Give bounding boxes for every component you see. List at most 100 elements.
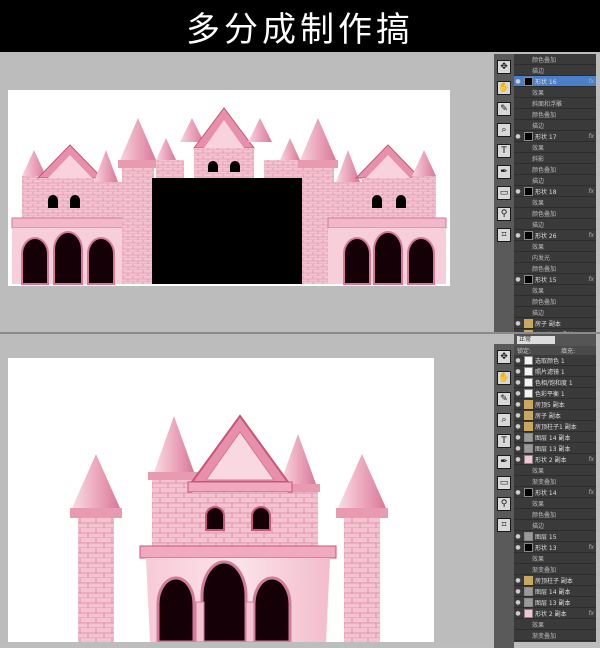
top-canvas[interactable]	[8, 90, 450, 286]
move-tool-icon[interactable]: ✥	[497, 350, 511, 364]
layer-row[interactable]: ● 形状 16 fx	[514, 76, 596, 87]
layer-effect-row[interactable]: 颜色叠加	[514, 109, 596, 120]
visibility-eye-icon[interactable]: ●	[514, 78, 522, 85]
layer-effect-row[interactable]: 颜色叠加	[514, 164, 596, 175]
layer-row[interactable]: ● 形状 15 fx	[514, 274, 596, 285]
layer-effect-row[interactable]: 描边	[514, 65, 596, 76]
layer-effect-row[interactable]: 渐变叠加	[514, 630, 596, 641]
brush-tool-icon[interactable]: ✎	[497, 102, 511, 116]
visibility-eye-icon[interactable]: ●	[514, 456, 522, 463]
type-tool-icon[interactable]: T	[497, 144, 511, 158]
layer-name: 房子 副本	[535, 412, 561, 420]
type-tool-icon[interactable]: T	[497, 434, 511, 448]
layer-effect-row[interactable]: 斜影	[514, 153, 596, 164]
visibility-eye-icon[interactable]: ●	[514, 445, 522, 452]
visibility-eye-icon[interactable]: ●	[514, 610, 522, 617]
visibility-eye-icon[interactable]: ●	[514, 368, 522, 375]
visibility-eye-icon[interactable]: ●	[514, 423, 522, 430]
layer-row[interactable]: ● 色彩平衡 1	[514, 388, 596, 399]
layer-row[interactable]: ● 形状 2 副本 fx	[514, 454, 596, 465]
layer-group-row[interactable]: ● 房顶柱子1 副本	[514, 421, 596, 432]
zoom-tool-icon[interactable]: ⌕	[497, 413, 511, 427]
layer-row[interactable]: ● 形状 14 fx	[514, 487, 596, 498]
crop-tool-icon[interactable]: ⌗	[497, 518, 511, 532]
layer-thumbnail	[524, 542, 533, 552]
layer-effect-row[interactable]: 效果	[514, 142, 596, 153]
left-slim-tower	[70, 454, 122, 642]
layer-effect-row[interactable]: 描边	[514, 120, 596, 131]
layer-effect-row[interactable]: 斜面和浮雕	[514, 98, 596, 109]
layer-row[interactable]: ● 形状 26 fx	[514, 230, 596, 241]
pen-tool-icon[interactable]: ✒	[497, 455, 511, 469]
layer-effect-row[interactable]: 效果	[514, 498, 596, 509]
layer-group-row[interactable]: ● 房子 副本	[514, 318, 596, 329]
eyedropper-tool-icon[interactable]: ⚲	[497, 497, 511, 511]
brush-tool-icon[interactable]: ✎	[497, 392, 511, 406]
layer-effect-row[interactable]: 描边	[514, 219, 596, 230]
layer-row[interactable]: ● 图层 15	[514, 531, 596, 542]
layer-effect-row[interactable]: 渐变叠加	[514, 476, 596, 487]
move-tool-icon[interactable]: ✥	[497, 60, 511, 74]
visibility-eye-icon[interactable]: ●	[514, 188, 522, 195]
visibility-eye-icon[interactable]: ●	[514, 412, 522, 419]
layer-row[interactable]: ● 图层 14 副本	[514, 432, 596, 443]
layer-effect-row[interactable]: 颜色叠加	[514, 54, 596, 65]
visibility-eye-icon[interactable]: ●	[514, 133, 522, 140]
layer-effect-row[interactable]: 颜色叠加	[514, 263, 596, 274]
layer-group-row[interactable]: ● 房顶柱子 副本	[514, 575, 596, 586]
visibility-eye-icon[interactable]: ●	[514, 577, 522, 584]
blend-mode-select[interactable]: 正常	[517, 336, 555, 344]
layer-effect-row[interactable]: 描边	[514, 520, 596, 531]
layer-row[interactable]: ● 色相/饱和度 1	[514, 377, 596, 388]
zoom-tool-icon[interactable]: ⌕	[497, 123, 511, 137]
visibility-eye-icon[interactable]: ●	[514, 434, 522, 441]
hand-tool-icon[interactable]: ✋	[497, 371, 511, 385]
visibility-eye-icon[interactable]: ●	[514, 533, 522, 540]
layer-effect-row[interactable]: 描边	[514, 307, 596, 318]
layer-row[interactable]: ● 形状 17 fx	[514, 131, 596, 142]
bottom-canvas[interactable]	[8, 358, 434, 642]
visibility-eye-icon[interactable]: ●	[514, 390, 522, 397]
layer-effect-row[interactable]: 颜色叠加	[514, 509, 596, 520]
layer-effect-row[interactable]: 颜色叠加	[514, 208, 596, 219]
layer-effect-row[interactable]: 效果	[514, 619, 596, 630]
top-layers-panel: 颜色叠加 描边 ● 形状 16 fx 效果 斜面和浮雕 颜色叠加 描边 ● 形状 17 fx 效果 斜影颜…	[514, 54, 596, 332]
layer-row[interactable]: ● 形状 2 副本 fx	[514, 608, 596, 619]
bottom-tool-strip: ✥ ✋ ✎ ⌕ T ✒ ▭ ⚲ ⌗	[494, 344, 514, 648]
shape-tool-icon[interactable]: ▭	[497, 476, 511, 490]
layer-group-row[interactable]: ● 房顶5 副本	[514, 399, 596, 410]
layer-effect-row[interactable]: 效果	[514, 241, 596, 252]
visibility-eye-icon[interactable]: ●	[514, 489, 522, 496]
layer-row[interactable]: ● 形状 13 fx	[514, 542, 596, 553]
layer-effect-row[interactable]: 效果	[514, 197, 596, 208]
shape-tool-icon[interactable]: ▭	[497, 186, 511, 200]
layer-effect-row[interactable]: 效果	[514, 87, 596, 98]
layer-effect-row[interactable]: 效果	[514, 285, 596, 296]
layer-row[interactable]: ● 选取颜色 1	[514, 355, 596, 366]
layer-row[interactable]: ● 形状 18 fx	[514, 186, 596, 197]
layer-effect-row[interactable]: 效果	[514, 465, 596, 476]
visibility-eye-icon[interactable]: ●	[514, 232, 522, 239]
layer-row[interactable]: ● 图层 13 副本	[514, 443, 596, 454]
pen-tool-icon[interactable]: ✒	[497, 165, 511, 179]
crop-tool-icon[interactable]: ⌗	[497, 228, 511, 242]
layer-effect-row[interactable]: 效果	[514, 553, 596, 564]
hand-tool-icon[interactable]: ✋	[497, 81, 511, 95]
layer-group-row[interactable]: ● 房子 副本	[514, 410, 596, 421]
visibility-eye-icon[interactable]: ●	[514, 544, 522, 551]
visibility-eye-icon[interactable]: ●	[514, 401, 522, 408]
layer-row[interactable]: ● 照片滤镜 1	[514, 366, 596, 377]
visibility-eye-icon[interactable]: ●	[514, 357, 522, 364]
layer-effect-row[interactable]: 颜色叠加	[514, 296, 596, 307]
visibility-eye-icon[interactable]: ●	[514, 588, 522, 595]
layer-row[interactable]: ● 图层 14 副本	[514, 586, 596, 597]
visibility-eye-icon[interactable]: ●	[514, 379, 522, 386]
layer-effect-row[interactable]: 描边	[514, 175, 596, 186]
visibility-eye-icon[interactable]: ●	[514, 276, 522, 283]
eyedropper-tool-icon[interactable]: ⚲	[497, 207, 511, 221]
layer-row[interactable]: ● 图层 13 副本	[514, 597, 596, 608]
layer-effect-row[interactable]: 内发光	[514, 252, 596, 263]
visibility-eye-icon[interactable]: ●	[514, 599, 522, 606]
visibility-eye-icon[interactable]: ●	[514, 320, 522, 327]
layer-effect-row[interactable]: 渐变叠加	[514, 564, 596, 575]
